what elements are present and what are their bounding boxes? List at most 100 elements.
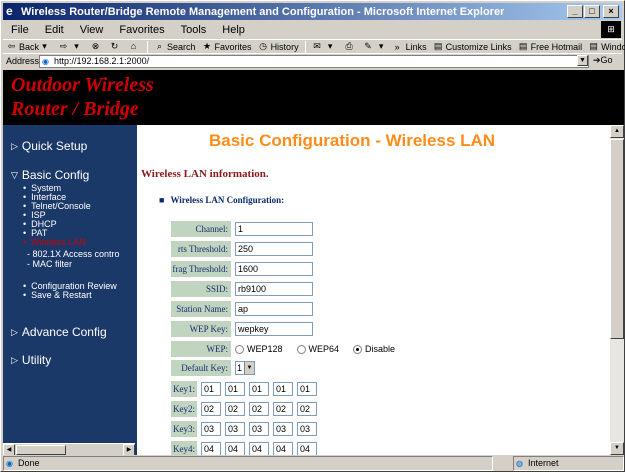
key1-byte3[interactable]: 01	[249, 382, 269, 396]
disable-radio[interactable]	[353, 344, 363, 354]
maximize-button[interactable]: □	[584, 5, 600, 18]
basic-config-list: System Interface Telnet/Console ISP DHCP…	[23, 184, 91, 247]
page-icon: ◉	[42, 57, 49, 66]
key4-byte2[interactable]: 04	[225, 442, 245, 455]
stop-button[interactable]: ⊗	[87, 41, 106, 52]
wepkey-input[interactable]: wepkey	[235, 322, 313, 336]
key3-byte4[interactable]: 03	[273, 422, 293, 436]
search-icon: ⌕	[156, 41, 163, 51]
go-button[interactable]: ➔Go	[593, 55, 613, 66]
scroll-right-icon[interactable]: ▶	[123, 444, 135, 455]
main-content: Basic Configuration - Wireless LAN Wirel…	[137, 125, 610, 455]
wep128-label: WEP128	[247, 344, 283, 354]
station-input[interactable]: ap	[235, 302, 313, 316]
key2-byte3[interactable]: 02	[249, 402, 269, 416]
sidebar-item-8021x[interactable]: - 802.1X Access contro	[27, 249, 120, 259]
address-input[interactable]: ◉ http://192.168.2.1:2000/	[39, 55, 589, 68]
wep-radio-group: WEP128 WEP64 Disable	[235, 344, 409, 354]
sidebar-item-mac-filter[interactable]: - MAC filter	[27, 259, 72, 269]
scroll-thumb[interactable]	[610, 139, 624, 339]
forward-button[interactable]: ⇨ ▾	[55, 41, 87, 52]
page-done-icon: ◉	[6, 459, 13, 468]
key1-byte4[interactable]: 01	[273, 382, 293, 396]
key2-byte5[interactable]: 02	[297, 402, 317, 416]
vertical-scrollbar[interactable]: ▲ ▼	[610, 125, 624, 455]
sidebar-horizontal-scrollbar[interactable]: ◀ ▶	[3, 443, 135, 455]
key4-row: Key4: 04 04 04 04 04	[171, 440, 317, 455]
menu-help[interactable]: Help	[214, 24, 253, 36]
home-icon: ⌂	[130, 41, 137, 51]
key1-byte2[interactable]: 01	[225, 382, 245, 396]
ie-logo-icon: e	[6, 4, 13, 18]
refresh-button[interactable]: ↻	[106, 41, 125, 52]
toolbar: ⇦ Back ▾ ⇨ ▾ ⊗ ↻ ⌂ ⌕ Search ★ Favorites ◷ Hist…	[3, 39, 625, 53]
key3-byte3[interactable]: 03	[249, 422, 269, 436]
menu-tools[interactable]: Tools	[173, 24, 215, 36]
close-button[interactable]: ×	[603, 5, 619, 18]
key4-byte3[interactable]: 04	[249, 442, 269, 455]
default-key-select[interactable]: 1 ▼	[235, 361, 255, 375]
key4-byte1[interactable]: 04	[201, 442, 221, 455]
key4-byte4[interactable]: 04	[273, 442, 293, 455]
edit-button[interactable]: ✎ ▾	[360, 41, 392, 52]
ssid-input[interactable]: rb9100	[235, 282, 313, 296]
page-viewport: Outdoor Wireless Router / Bridge ▷ Quick …	[3, 70, 624, 455]
scroll-thumb[interactable]	[16, 445, 66, 455]
menu-view[interactable]: View	[72, 24, 112, 36]
info-heading: Wireless LAN information.	[141, 168, 269, 180]
wep128-radio[interactable]	[235, 344, 244, 354]
rts-input[interactable]: 250	[235, 242, 313, 256]
toolbar-separator	[147, 40, 149, 53]
link-windows[interactable]: ▤Windows	[585, 41, 625, 52]
wep64-radio[interactable]	[296, 344, 306, 354]
home-button[interactable]: ⌂	[125, 41, 144, 52]
sidebar-quick-setup[interactable]: ▷ Quick Setup	[11, 139, 87, 153]
sidebar-advance-config[interactable]: ▷ Advance Config	[11, 325, 107, 339]
menu-favorites[interactable]: Favorites	[111, 24, 172, 36]
print-button[interactable]: ⎙	[341, 41, 360, 52]
rts-label: rts Threshold:	[171, 241, 231, 257]
menu-file[interactable]: File	[3, 24, 37, 36]
key3-byte2[interactable]: 03	[225, 422, 245, 436]
link-free-hotmail[interactable]: ▤ Free Hotmail	[515, 41, 586, 52]
menu-edit[interactable]: Edit	[37, 24, 72, 36]
sidebar-basic-config[interactable]: ▽ Basic Config	[11, 168, 89, 182]
search-button[interactable]: ⌕ Search	[151, 41, 199, 52]
scroll-left-icon[interactable]: ◀	[3, 444, 15, 455]
wepkey-row: WEP Key: wepkey	[171, 320, 313, 338]
more-chevron-button[interactable]: »	[392, 42, 403, 52]
mail-icon: ✉	[313, 41, 321, 51]
mail-button[interactable]: ✉ ▾	[309, 41, 341, 52]
frag-input[interactable]: 1600	[235, 262, 313, 276]
key2-byte4[interactable]: 02	[273, 402, 293, 416]
scroll-up-icon[interactable]: ▲	[610, 125, 624, 138]
chevron-down-icon: ▾	[327, 41, 333, 51]
favorites-button[interactable]: ★ Favorites	[199, 41, 255, 52]
links-label: Links	[405, 41, 427, 52]
key2-byte1[interactable]: 02	[201, 402, 221, 416]
key1-byte1[interactable]: 01	[201, 382, 221, 396]
key3-byte1[interactable]: 03	[201, 422, 221, 436]
sidebar-item-wireless-lan[interactable]: Wireless LAN	[23, 238, 91, 247]
link-customize[interactable]: ▤ Customize Links	[430, 41, 515, 52]
config-list: Configuration Review Save & Restart	[23, 282, 117, 300]
banner-line2: Router / Bridge	[11, 98, 139, 120]
key2-byte2[interactable]: 02	[225, 402, 245, 416]
page-icon: ▤	[433, 41, 443, 51]
sidebar-utility[interactable]: ▷ Utility	[11, 353, 51, 367]
key4-byte5[interactable]: 04	[297, 442, 317, 455]
frag-row: frag Threshold: 1600	[171, 260, 313, 278]
key1-byte5[interactable]: 01	[297, 382, 317, 396]
key3-byte5[interactable]: 03	[297, 422, 317, 436]
bullet-icon: ■	[159, 195, 165, 205]
favorites-icon: ★	[203, 41, 212, 51]
sidebar-item-save-restart[interactable]: Save & Restart	[23, 291, 117, 300]
history-button[interactable]: ◷ History	[255, 41, 302, 52]
scroll-down-icon[interactable]: ▼	[610, 442, 624, 455]
address-dropdown-button[interactable]: ▼	[577, 55, 588, 66]
channel-input[interactable]: 1	[235, 222, 313, 236]
wep-label: WEP:	[171, 341, 231, 357]
minimize-button[interactable]: _	[567, 5, 583, 18]
back-button[interactable]: ⇦ Back ▾	[3, 41, 55, 52]
globe-icon: ◍	[516, 459, 523, 468]
